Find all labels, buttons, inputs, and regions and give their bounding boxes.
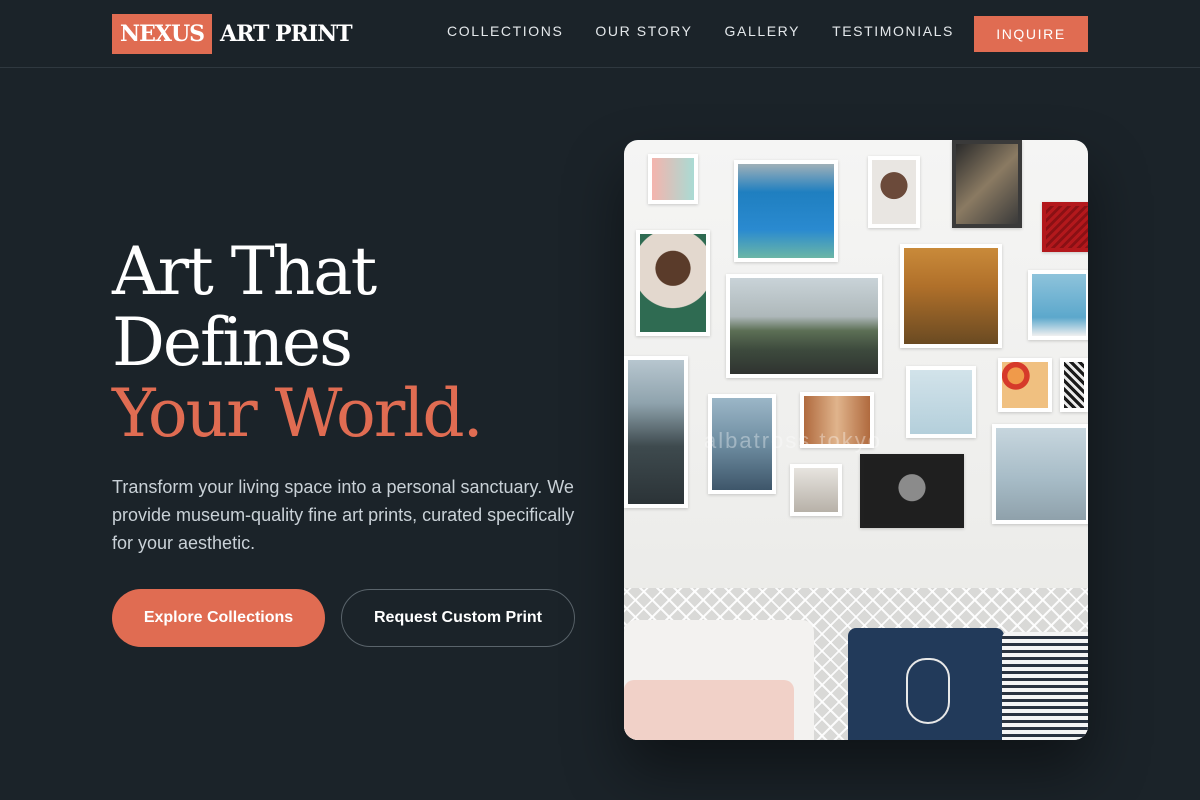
wall-print (734, 160, 838, 262)
wall-print (998, 358, 1052, 412)
beetle-icon (906, 658, 950, 724)
logo-wordmark: ART PRINT (220, 21, 353, 47)
hero-title-line-1: Art That (112, 233, 377, 310)
nav-link-gallery[interactable]: GALLERY (725, 23, 801, 39)
image-watermark: albatross tokyo (704, 428, 882, 453)
wall-print (790, 464, 842, 516)
wall-print (1060, 358, 1088, 412)
top-navigation: NEXUS ART PRINT COLLECTIONS OUR STORY GA… (0, 0, 1200, 68)
nav-link-collections[interactable]: COLLECTIONS (447, 23, 563, 39)
nav-links: COLLECTIONS OUR STORY GALLERY TESTIMONIA… (447, 23, 986, 39)
wall-print (624, 356, 688, 508)
hero-title: Art That Defines Your World. (112, 233, 484, 452)
hero-title-line-2: Defines (112, 304, 353, 381)
wall-print (648, 154, 698, 204)
wall-print (636, 230, 710, 336)
wall-print (952, 140, 1022, 228)
request-custom-print-button[interactable]: Request Custom Print (341, 589, 575, 647)
navy-beetle-pillow (848, 628, 1004, 740)
wall-print (992, 424, 1088, 524)
striped-pillow (1002, 632, 1088, 740)
pink-pillow (624, 680, 794, 740)
brand-logo[interactable]: NEXUS ART PRINT (112, 14, 353, 54)
logo-mark: NEXUS (112, 14, 213, 54)
nav-link-testimonials[interactable]: TESTIMONIALS (832, 23, 954, 39)
wall-print (900, 244, 1002, 348)
wall-print (868, 156, 920, 228)
wall-print (726, 274, 882, 378)
hero-description: Transform your living space into a perso… (112, 477, 575, 553)
wall-print (906, 366, 976, 438)
inquire-button[interactable]: INQUIRE (974, 16, 1088, 52)
wall-print (1042, 202, 1088, 252)
hero-title-accent: Your World. (112, 375, 484, 452)
explore-collections-button[interactable]: Explore Collections (112, 589, 325, 647)
hero-gallery-wall-image: albatross tokyo (624, 140, 1088, 740)
wall-print (860, 454, 964, 528)
nav-link-our-story[interactable]: OUR STORY (595, 23, 692, 39)
wall-print (1028, 270, 1088, 340)
